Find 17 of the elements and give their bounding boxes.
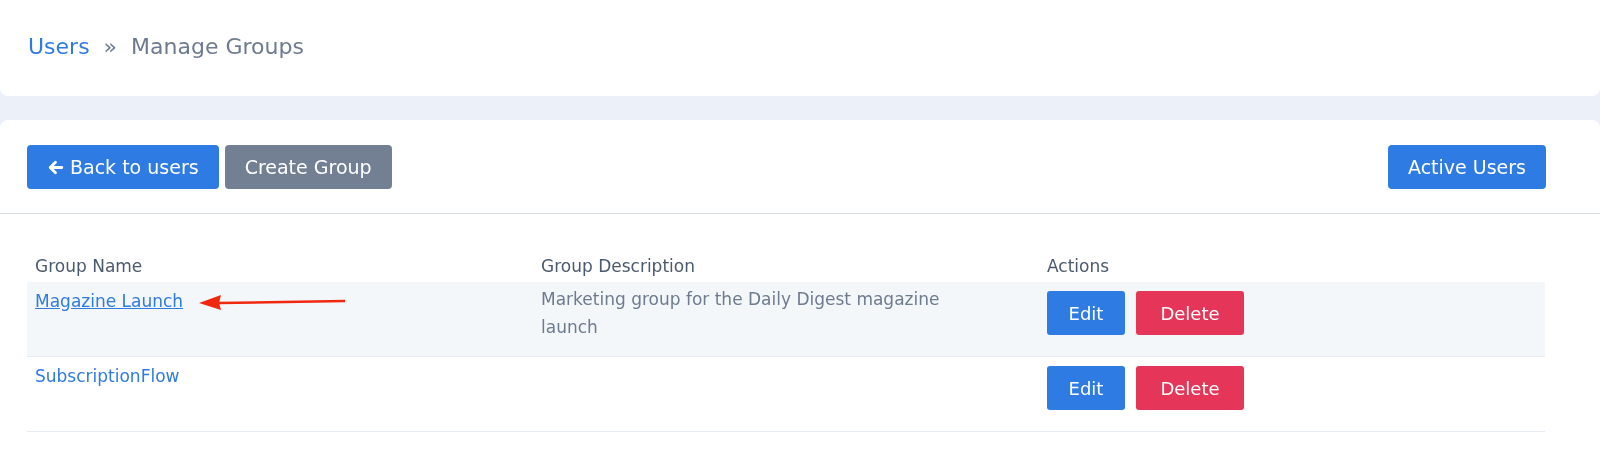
column-header: Actions (1046, 256, 1111, 276)
toolbar-button[interactable]: Active Users (1387, 145, 1546, 189)
breadcrumb-current: Manage Groups (131, 33, 304, 59)
group-link[interactable]: Magazine Launch (35, 291, 184, 311)
toolbar-button[interactable]: Create Group (224, 145, 392, 189)
column-header: Group Name (34, 256, 144, 276)
delete-button[interactable]: Delete (1136, 366, 1244, 410)
column-header: Group Description (540, 256, 696, 276)
breadcrumb-link[interactable]: Users (28, 33, 90, 59)
breadcrumb-separator: » (103, 33, 118, 59)
delete-button[interactable]: Delete (1136, 291, 1244, 335)
arrow-left-icon (47, 158, 64, 176)
group-link[interactable]: SubscriptionFlow (35, 366, 180, 386)
group-description: Marketing group for the Daily Digest magazine launch (541, 288, 941, 339)
toolbar-button[interactable]: Back to users (27, 145, 219, 189)
edit-button[interactable]: Edit (1047, 291, 1125, 335)
edit-button[interactable]: Edit (1047, 366, 1125, 410)
